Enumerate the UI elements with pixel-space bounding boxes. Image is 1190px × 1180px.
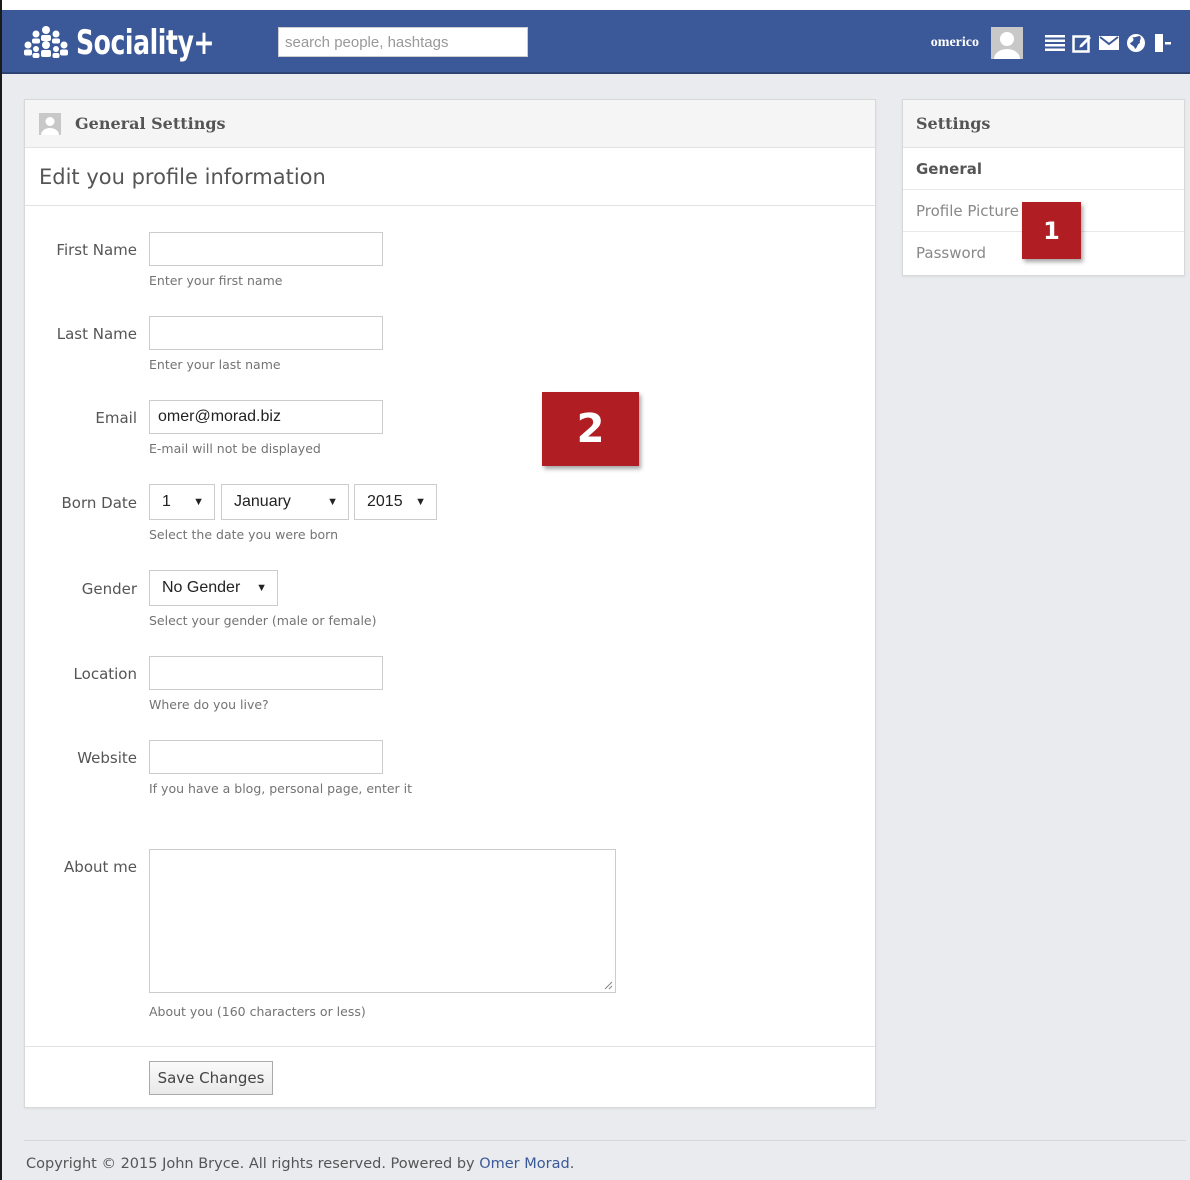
copyright-end: .: [569, 1156, 575, 1172]
born-day-value: 1: [162, 493, 171, 510]
first-name-label: First Name: [56, 241, 137, 259]
annotation-badge-2: 2: [542, 392, 639, 466]
search-input[interactable]: [278, 27, 528, 57]
globe-icon[interactable]: [1125, 32, 1147, 54]
website-help: If you have a blog, personal page, enter…: [149, 781, 413, 796]
page-footer-divider: [24, 1140, 1186, 1141]
chevron-down-icon: ▼: [415, 496, 426, 508]
mail-icon[interactable]: [1098, 32, 1120, 54]
born-year-value: 2015: [367, 493, 403, 510]
panel-heading: General Settings: [25, 100, 875, 148]
copyright-main: Copyright © 2015 John Bryce. All rights …: [26, 1156, 480, 1172]
born-month-value: January: [234, 493, 291, 510]
avatar-icon[interactable]: [991, 27, 1023, 59]
about-help: About you (160 characters or less): [149, 1004, 366, 1019]
first-name-help: Enter your first name: [149, 273, 283, 288]
people-group-icon: [24, 26, 68, 58]
resize-grip-icon[interactable]: [603, 980, 613, 990]
compose-icon[interactable]: [1071, 32, 1093, 54]
born-date-help: Select the date you were born: [149, 527, 338, 542]
about-label: About me: [64, 858, 137, 876]
location-input[interactable]: [149, 656, 383, 690]
last-name-input[interactable]: [149, 316, 383, 350]
brand-name: Sociality+: [76, 23, 215, 63]
gender-select[interactable]: No Gender ▼: [149, 570, 278, 606]
first-name-input[interactable]: [149, 232, 383, 266]
sidebar-item-general[interactable]: General: [903, 148, 1184, 190]
sidebar-heading: Settings: [903, 100, 1184, 148]
location-label: Location: [73, 665, 137, 683]
email-label: Email: [95, 409, 137, 427]
email-input[interactable]: [149, 400, 383, 434]
born-day-select[interactable]: 1 ▼: [149, 484, 215, 520]
top-navbar: Sociality+ omerico: [2, 0, 1190, 74]
feed-icon[interactable]: [1044, 32, 1066, 54]
gender-label: Gender: [81, 580, 137, 598]
author-link[interactable]: Omer Morad: [479, 1156, 569, 1172]
website-input[interactable]: [149, 740, 383, 774]
form-footer-divider: [25, 1046, 875, 1047]
nav-right: omerico: [931, 27, 1174, 59]
profile-placeholder-icon: [39, 112, 61, 135]
born-month-select[interactable]: January ▼: [221, 484, 349, 520]
brand-logo[interactable]: Sociality+: [22, 22, 244, 64]
save-changes-button[interactable]: Save Changes: [149, 1061, 273, 1095]
gender-help: Select your gender (male or female): [149, 613, 377, 628]
website-label: Website: [77, 749, 137, 767]
email-help: E-mail will not be displayed: [149, 441, 321, 456]
born-date-label: Born Date: [61, 494, 138, 512]
page-title: Edit you profile information: [25, 148, 875, 206]
about-textarea[interactable]: [149, 849, 616, 993]
logout-icon[interactable]: [1152, 32, 1174, 54]
location-help: Where do you live?: [149, 697, 269, 712]
chevron-down-icon: ▼: [327, 496, 338, 508]
gender-value: No Gender: [162, 579, 241, 596]
chevron-down-icon: ▼: [256, 582, 267, 594]
copyright-text: Copyright © 2015 John Bryce. All rights …: [26, 1156, 574, 1172]
general-settings-panel: General Settings Edit you profile inform…: [24, 99, 876, 1108]
last-name-label: Last Name: [56, 325, 137, 343]
born-year-select[interactable]: 2015 ▼: [354, 484, 437, 520]
panel-title: General Settings: [75, 114, 226, 133]
nav-username[interactable]: omerico: [931, 35, 979, 51]
annotation-badge-1: 1: [1022, 202, 1081, 259]
last-name-help: Enter your last name: [149, 357, 281, 372]
chevron-down-icon: ▼: [193, 496, 204, 508]
